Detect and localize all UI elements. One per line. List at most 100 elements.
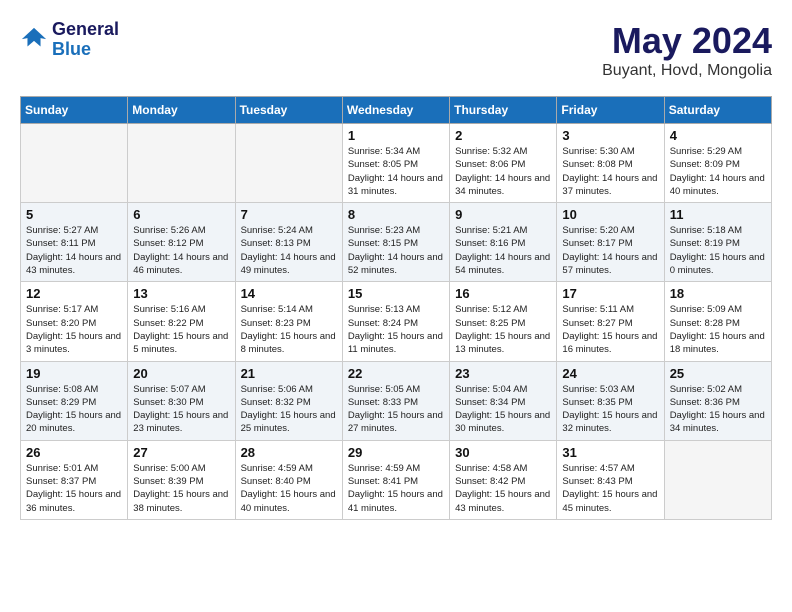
calendar-cell: 27 Sunrise: 5:00 AMSunset: 8:39 PMDayligh… <box>128 440 235 519</box>
day-info: Sunrise: 5:12 AMSunset: 8:25 PMDaylight:… <box>455 303 551 356</box>
calendar-cell: 22 Sunrise: 5:05 AMSunset: 8:33 PMDayligh… <box>342 361 449 440</box>
calendar-cell: 14Sunrise: 5:14 AMSunset: 8:23 PMDayligh… <box>235 282 342 361</box>
weekday-header-row: SundayMondayTuesdayWednesdayThursdayFrid… <box>21 97 772 124</box>
calendar-cell: 16 Sunrise: 5:12 AMSunset: 8:25 PMDayligh… <box>450 282 557 361</box>
day-number: 1 <box>348 128 444 143</box>
day-info: Sunrise: 5:07 AMSunset: 8:30 PMDaylight:… <box>133 383 229 436</box>
logo: General Blue <box>20 20 119 60</box>
calendar-week-3: 12 Sunrise: 5:17 AMSunset: 8:20 PMDayligh… <box>21 282 772 361</box>
calendar-cell <box>235 124 342 203</box>
day-info: Sunrise: 5:29 AMSunset: 8:09 PMDaylight:… <box>670 145 766 198</box>
day-number: 19 <box>26 366 122 381</box>
day-info: Sunrise: 4:59 AMSunset: 8:41 PMDaylight:… <box>348 462 444 515</box>
weekday-header-friday: Friday <box>557 97 664 124</box>
calendar-cell: 13 Sunrise: 5:16 AMSunset: 8:22 PMDayligh… <box>128 282 235 361</box>
day-number: 23 <box>455 366 551 381</box>
day-number: 18 <box>670 286 766 301</box>
weekday-header-sunday: Sunday <box>21 97 128 124</box>
day-info: Sunrise: 4:59 AMSunset: 8:40 PMDaylight:… <box>241 462 337 515</box>
day-info: Sunrise: 5:06 AMSunset: 8:32 PMDaylight:… <box>241 383 337 436</box>
day-info: Sunrise: 5:32 AMSunset: 8:06 PMDaylight:… <box>455 145 551 198</box>
calendar-table: SundayMondayTuesdayWednesdayThursdayFrid… <box>20 96 772 520</box>
day-info: Sunrise: 5:34 AMSunset: 8:05 PMDaylight:… <box>348 145 444 198</box>
calendar-cell <box>21 124 128 203</box>
calendar-cell: 30 Sunrise: 4:58 AMSunset: 8:42 PMDayligh… <box>450 440 557 519</box>
calendar-cell: 1 Sunrise: 5:34 AMSunset: 8:05 PMDaylight… <box>342 124 449 203</box>
weekday-header-wednesday: Wednesday <box>342 97 449 124</box>
day-number: 8 <box>348 207 444 222</box>
calendar-cell: 11Sunrise: 5:18 AMSunset: 8:19 PMDayligh… <box>664 203 771 282</box>
calendar-cell: 20Sunrise: 5:07 AMSunset: 8:30 PMDayligh… <box>128 361 235 440</box>
day-info: Sunrise: 5:21 AMSunset: 8:16 PMDaylight:… <box>455 224 551 277</box>
weekday-header-saturday: Saturday <box>664 97 771 124</box>
day-info: Sunrise: 5:01 AMSunset: 8:37 PMDaylight:… <box>26 462 122 515</box>
day-number: 4 <box>670 128 766 143</box>
calendar-cell: 24Sunrise: 5:03 AMSunset: 8:35 PMDayligh… <box>557 361 664 440</box>
calendar-cell: 29Sunrise: 4:59 AMSunset: 8:41 PMDayligh… <box>342 440 449 519</box>
day-info: Sunrise: 5:08 AMSunset: 8:29 PMDaylight:… <box>26 383 122 436</box>
logo-text-line1: General <box>52 20 119 40</box>
day-number: 13 <box>133 286 229 301</box>
day-info: Sunrise: 5:30 AMSunset: 8:08 PMDaylight:… <box>562 145 658 198</box>
day-info: Sunrise: 5:09 AMSunset: 8:28 PMDaylight:… <box>670 303 766 356</box>
calendar-cell: 28 Sunrise: 4:59 AMSunset: 8:40 PMDayligh… <box>235 440 342 519</box>
day-info: Sunrise: 5:17 AMSunset: 8:20 PMDaylight:… <box>26 303 122 356</box>
logo-icon <box>20 26 48 54</box>
day-number: 9 <box>455 207 551 222</box>
calendar-cell: 21 Sunrise: 5:06 AMSunset: 8:32 PMDayligh… <box>235 361 342 440</box>
calendar-cell: 3Sunrise: 5:30 AMSunset: 8:08 PMDaylight… <box>557 124 664 203</box>
calendar-cell: 4 Sunrise: 5:29 AMSunset: 8:09 PMDaylight… <box>664 124 771 203</box>
calendar-week-1: 1 Sunrise: 5:34 AMSunset: 8:05 PMDaylight… <box>21 124 772 203</box>
location-title: Buyant, Hovd, Mongolia <box>602 62 772 80</box>
calendar-cell: 2 Sunrise: 5:32 AMSunset: 8:06 PMDaylight… <box>450 124 557 203</box>
day-number: 28 <box>241 445 337 460</box>
calendar-cell: 10 Sunrise: 5:20 AMSunset: 8:17 PMDayligh… <box>557 203 664 282</box>
day-number: 17 <box>562 286 658 301</box>
calendar-cell: 15Sunrise: 5:13 AMSunset: 8:24 PMDayligh… <box>342 282 449 361</box>
calendar-cell: 9 Sunrise: 5:21 AMSunset: 8:16 PMDaylight… <box>450 203 557 282</box>
calendar-cell: 5 Sunrise: 5:27 AMSunset: 8:11 PMDaylight… <box>21 203 128 282</box>
day-info: Sunrise: 5:24 AMSunset: 8:13 PMDaylight:… <box>241 224 337 277</box>
day-number: 15 <box>348 286 444 301</box>
month-title: May 2024 <box>602 20 772 62</box>
day-number: 7 <box>241 207 337 222</box>
day-number: 5 <box>26 207 122 222</box>
day-info: Sunrise: 5:11 AMSunset: 8:27 PMDaylight:… <box>562 303 658 356</box>
day-number: 27 <box>133 445 229 460</box>
day-number: 10 <box>562 207 658 222</box>
day-number: 25 <box>670 366 766 381</box>
day-number: 12 <box>26 286 122 301</box>
calendar-cell: 18 Sunrise: 5:09 AMSunset: 8:28 PMDayligh… <box>664 282 771 361</box>
calendar-cell: 19 Sunrise: 5:08 AMSunset: 8:29 PMDayligh… <box>21 361 128 440</box>
day-info: Sunrise: 4:57 AMSunset: 8:43 PMDaylight:… <box>562 462 658 515</box>
day-number: 31 <box>562 445 658 460</box>
day-number: 2 <box>455 128 551 143</box>
day-info: Sunrise: 5:05 AMSunset: 8:33 PMDaylight:… <box>348 383 444 436</box>
day-info: Sunrise: 5:20 AMSunset: 8:17 PMDaylight:… <box>562 224 658 277</box>
day-info: Sunrise: 5:00 AMSunset: 8:39 PMDaylight:… <box>133 462 229 515</box>
calendar-week-2: 5 Sunrise: 5:27 AMSunset: 8:11 PMDaylight… <box>21 203 772 282</box>
calendar-week-4: 19 Sunrise: 5:08 AMSunset: 8:29 PMDayligh… <box>21 361 772 440</box>
day-number: 16 <box>455 286 551 301</box>
day-info: Sunrise: 5:16 AMSunset: 8:22 PMDaylight:… <box>133 303 229 356</box>
calendar-cell: 12 Sunrise: 5:17 AMSunset: 8:20 PMDayligh… <box>21 282 128 361</box>
day-number: 6 <box>133 207 229 222</box>
day-info: Sunrise: 5:02 AMSunset: 8:36 PMDaylight:… <box>670 383 766 436</box>
day-number: 22 <box>348 366 444 381</box>
day-number: 30 <box>455 445 551 460</box>
calendar-cell: 7 Sunrise: 5:24 AMSunset: 8:13 PMDaylight… <box>235 203 342 282</box>
title-block: May 2024 Buyant, Hovd, Mongolia <box>602 20 772 80</box>
day-info: Sunrise: 4:58 AMSunset: 8:42 PMDaylight:… <box>455 462 551 515</box>
calendar-cell <box>664 440 771 519</box>
calendar-cell: 8Sunrise: 5:23 AMSunset: 8:15 PMDaylight… <box>342 203 449 282</box>
calendar-cell <box>128 124 235 203</box>
day-number: 11 <box>670 207 766 222</box>
calendar-cell: 26 Sunrise: 5:01 AMSunset: 8:37 PMDayligh… <box>21 440 128 519</box>
calendar-week-5: 26 Sunrise: 5:01 AMSunset: 8:37 PMDayligh… <box>21 440 772 519</box>
day-number: 26 <box>26 445 122 460</box>
day-number: 21 <box>241 366 337 381</box>
page-header: General Blue May 2024 Buyant, Hovd, Mong… <box>20 20 772 80</box>
calendar-cell: 25 Sunrise: 5:02 AMSunset: 8:36 PMDayligh… <box>664 361 771 440</box>
weekday-header-tuesday: Tuesday <box>235 97 342 124</box>
day-info: Sunrise: 5:27 AMSunset: 8:11 PMDaylight:… <box>26 224 122 277</box>
